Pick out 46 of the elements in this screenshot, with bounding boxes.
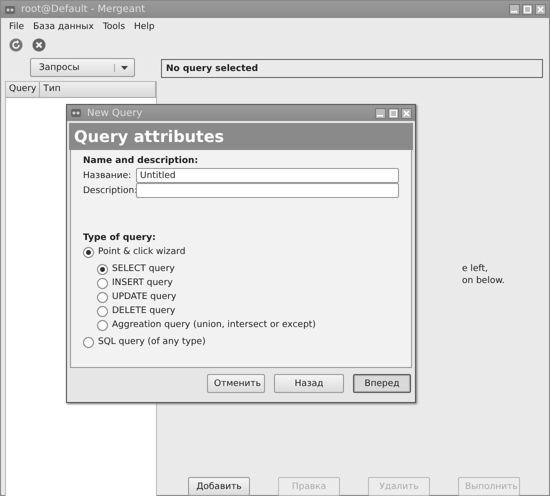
dialog-button[interactable]: Назад: [274, 374, 344, 393]
refresh-icon[interactable]: [9, 38, 23, 52]
dialog-button[interactable]: Отменить: [207, 374, 265, 393]
input-field[interactable]: Untitled: [136, 168, 399, 183]
input-field[interactable]: [136, 183, 399, 198]
column-header[interactable]: Query: [6, 82, 40, 97]
radio-label[interactable]: DELETE query: [112, 306, 176, 316]
radio-button[interactable]: [97, 306, 108, 316]
field-label: Название:: [83, 170, 132, 180]
query-type-dropdown[interactable]: Запросы: [30, 58, 135, 77]
action-button[interactable]: Добавить: [188, 477, 250, 496]
app-icon: [4, 4, 16, 16]
radio-label[interactable]: Aggreation query (union, intersect or except): [112, 320, 316, 330]
radio-label[interactable]: Point & click wizard: [98, 247, 186, 257]
hint-text: e left,: [462, 263, 489, 275]
radio-label[interactable]: UPDATE query: [112, 292, 176, 302]
query-header: No query selected: [161, 59, 543, 78]
stop-icon[interactable]: [32, 38, 46, 52]
hint-text: on below.: [462, 275, 506, 287]
radio-button[interactable]: [97, 320, 108, 330]
window-title: root@Default - Mergeant: [21, 4, 146, 15]
dialog-heading: Query attributes: [69, 123, 413, 150]
radio-button[interactable]: [97, 278, 108, 288]
menu-item[interactable]: Help: [134, 22, 155, 32]
radio-button[interactable]: [83, 336, 94, 348]
menu-item[interactable]: Tools: [102, 22, 126, 32]
radio-button[interactable]: [97, 292, 108, 302]
menu-item[interactable]: База данных: [33, 22, 94, 32]
minimize-icon[interactable]: [509, 4, 520, 15]
radio-label[interactable]: SQL query (of any type): [98, 337, 206, 347]
radio-button[interactable]: [97, 264, 108, 274]
radio-button[interactable]: [83, 246, 94, 258]
section-title: Name and description:: [83, 156, 200, 166]
section-title: Type of query:: [83, 233, 157, 243]
maximize-icon[interactable]: [388, 108, 399, 118]
menu-item[interactable]: File: [9, 22, 24, 32]
close-icon[interactable]: [401, 108, 412, 118]
app-icon: [70, 107, 82, 119]
column-header[interactable]: Тип: [40, 82, 156, 97]
dialog-title: New Query: [87, 108, 144, 118]
maximize-icon[interactable]: [522, 4, 533, 15]
radio-label[interactable]: SELECT query: [112, 264, 175, 274]
radio-label[interactable]: INSERT query: [112, 278, 173, 288]
close-icon[interactable]: [535, 4, 546, 15]
dialog-button[interactable]: Вперед: [353, 374, 411, 393]
minimize-icon[interactable]: [375, 108, 386, 118]
